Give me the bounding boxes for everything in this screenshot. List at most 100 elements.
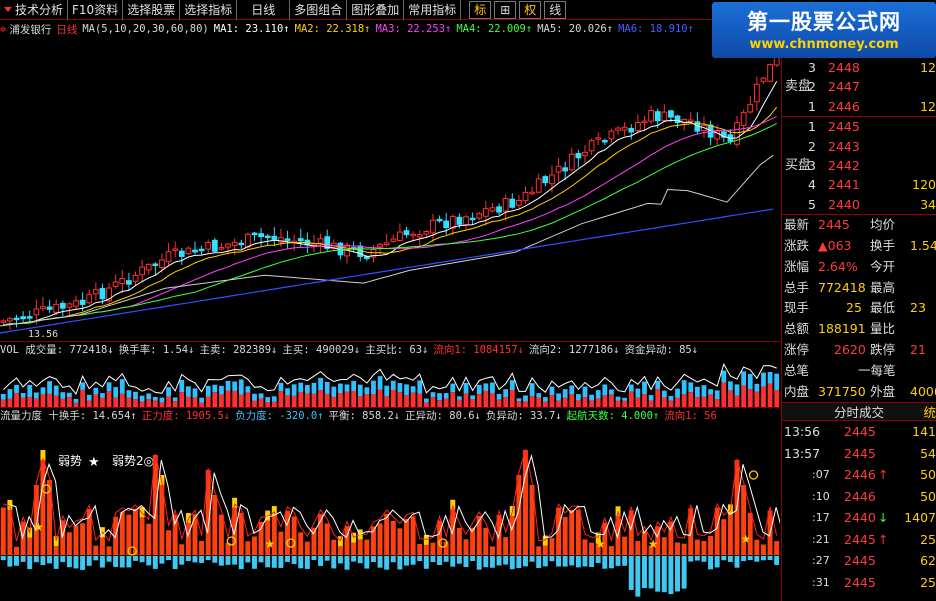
candlestick-panel[interactable]: 13.56	[0, 21, 780, 341]
volume-bar	[0, 393, 6, 400]
tick-volume: 1407	[904, 510, 936, 526]
candle-body	[430, 219, 436, 234]
vol-item-6: 流向2: 1277186↓	[528, 344, 620, 356]
candle-body	[172, 248, 179, 251]
menu-period-daily[interactable]: 日线	[237, 0, 291, 20]
ob-sell-row[interactable]: 3 2448 12	[782, 58, 936, 77]
candle-body	[245, 233, 251, 248]
flow-negative-bar	[734, 556, 740, 568]
volume-bar	[470, 399, 476, 407]
flow-negative-bar	[271, 556, 277, 568]
tick-price: 2445	[844, 445, 876, 461]
flow-positive-bar	[582, 539, 588, 555]
ob-buy-row[interactable]: 买盘 3 2442	[782, 156, 936, 175]
flow-negative-bar	[470, 556, 476, 562]
quote-label: 涨停	[784, 341, 810, 357]
flow-negative-bar	[641, 556, 647, 589]
ob-price: 2440	[828, 196, 860, 212]
volume-bar	[126, 390, 132, 398]
quote-label: 外盘	[870, 383, 896, 399]
ob-buy-row[interactable]: 1 2445	[782, 117, 936, 136]
menu-common-indicators[interactable]: 常用指标	[404, 0, 462, 20]
candle-body	[403, 230, 410, 236]
candle-body	[145, 263, 152, 271]
volume-bar	[562, 397, 568, 407]
volume-bar	[278, 382, 284, 392]
flow-negative-bar	[291, 556, 297, 565]
quote-label: 总手	[784, 279, 810, 295]
tick-time: :10	[812, 489, 830, 503]
menu-technical-analysis[interactable]: 技术分析	[0, 0, 69, 20]
flow-positive-bar	[179, 544, 185, 555]
candle-body	[648, 109, 654, 122]
menu-select-indicator[interactable]: 选择指标	[180, 0, 238, 20]
ob-sell-row[interactable]: 1 2446 12	[782, 97, 936, 116]
flow-positive-bar	[489, 546, 495, 555]
quote-row: 内盘 371750外盘 40060	[782, 382, 936, 403]
flow-negative-bar	[377, 556, 383, 568]
grid-button[interactable]: ⊞	[494, 0, 517, 19]
menu-label: 图形叠加	[351, 3, 400, 17]
volume-bar	[7, 389, 13, 399]
menu-f10[interactable]: F10资料	[68, 0, 124, 20]
ob-sell-row[interactable]: 卖盘 2 2447	[782, 77, 936, 96]
flow-negative-bar	[205, 556, 211, 561]
moving-average-line	[0, 208, 774, 334]
volume-bar	[212, 384, 218, 393]
rights-button[interactable]: 权	[519, 0, 542, 19]
tick-header[interactable]: 分时成交 统	[782, 402, 936, 422]
flow-positive-bar	[522, 450, 528, 555]
menu-multi-chart[interactable]: 多图组合	[290, 0, 348, 20]
volume-panel[interactable]	[0, 357, 780, 407]
menu-label: 常用指标	[408, 3, 457, 17]
volume-bar	[655, 388, 661, 407]
flow-negative-bar	[344, 556, 350, 570]
volume-bar	[648, 395, 654, 401]
volume-bar	[404, 384, 409, 396]
candle-body	[251, 232, 258, 236]
flow-negative-bar	[298, 556, 304, 569]
volume-bar	[767, 371, 773, 384]
volume-bar	[27, 396, 33, 407]
vol-item-1: 换手率: 1.54↓	[118, 344, 195, 356]
mark-button[interactable]: 标	[469, 0, 492, 19]
flow-panel[interactable]: 弱势 ★ 弱势2◎ ★ ★ ★ ★ ★	[0, 423, 780, 601]
ob-buy-row[interactable]: 5 2440 34	[782, 195, 936, 214]
volume-bar	[146, 399, 152, 407]
volume-bar	[490, 382, 495, 394]
flow-negative-bar	[179, 556, 185, 565]
candle-body	[46, 306, 53, 310]
candle-body	[159, 259, 165, 269]
volume-bar	[576, 394, 581, 400]
tick-list[interactable]: 13:56 2445 141 13:57 2445 54:07 2446 ↑ 50:10 2446…	[782, 421, 936, 593]
candle-body	[549, 174, 555, 185]
flow-negative-bar	[688, 556, 694, 562]
menu-overlay[interactable]: 图形叠加	[347, 0, 405, 20]
volume-bar	[503, 397, 509, 407]
volume-bar	[119, 379, 125, 394]
volume-bar	[642, 381, 647, 395]
flow-positive-bar	[476, 516, 482, 555]
candle-body	[284, 238, 291, 241]
flow-positive-bar	[509, 515, 515, 555]
volume-bar	[53, 385, 59, 396]
ob-buy-row[interactable]: 4 2441 120	[782, 175, 936, 194]
quote-value: 2620	[834, 341, 866, 357]
flow-negative-bar	[331, 556, 337, 569]
chart-area[interactable]: ✲ 浦发银行 日线 MA(5,10,20,30,60,80) MA1: 23.1…	[0, 21, 780, 601]
line-button[interactable]: 线	[544, 0, 567, 19]
candle-body	[608, 130, 615, 140]
candle-body	[165, 251, 172, 263]
flow-negative-bar	[278, 556, 284, 568]
candle-body	[92, 289, 99, 295]
flow-positive-bar	[727, 514, 733, 555]
menu-select-stock[interactable]: 选择股票	[123, 0, 181, 20]
candle-body	[0, 320, 7, 323]
candle-body	[99, 288, 106, 300]
ob-buy-row[interactable]: 2 2443	[782, 137, 936, 156]
volume-bar	[344, 391, 350, 407]
volume-bar	[609, 394, 614, 407]
ob-price: 2445	[828, 119, 860, 135]
quote-label: 一每笔	[858, 362, 896, 378]
candle-body	[59, 302, 66, 309]
